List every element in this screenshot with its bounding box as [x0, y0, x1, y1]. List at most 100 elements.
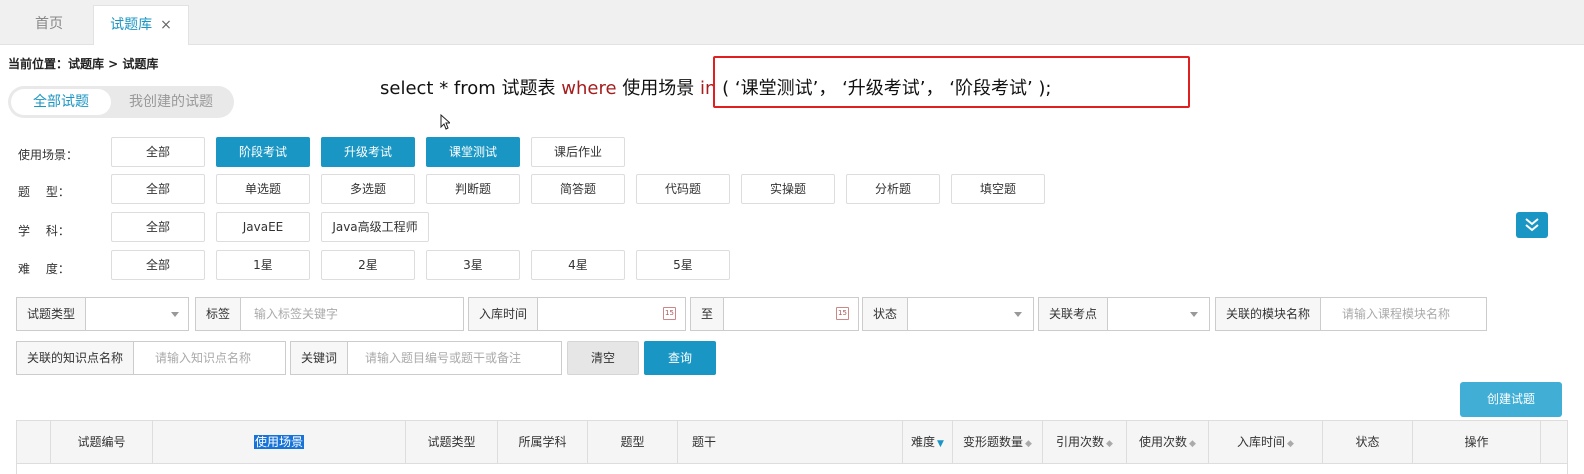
- query-button[interactable]: 查询: [644, 341, 716, 375]
- table-header: 试题编号 使用场景 试题类型 所属学科 题型 题干 难度 ▼ 变形题数量 ◆ 引用次…: [16, 420, 1568, 464]
- subject-option-all[interactable]: 全部: [111, 212, 205, 242]
- close-icon[interactable]: ×: [160, 17, 172, 33]
- create-question-button[interactable]: 创建试题: [1460, 382, 1562, 417]
- tab-all-questions[interactable]: 全部试题: [11, 89, 111, 115]
- collapse-filters-button[interactable]: [1516, 212, 1548, 238]
- col-difficulty[interactable]: 难度 ▼: [903, 421, 953, 463]
- sort-icon[interactable]: ◆: [1025, 439, 1032, 449]
- type-option-multi[interactable]: 多选题: [321, 174, 415, 204]
- col-actions: 操作: [1413, 421, 1541, 463]
- difficulty-option-1[interactable]: 1星: [216, 250, 310, 280]
- intime-start-field: 入库时间 15: [468, 297, 686, 331]
- table-row: [16, 464, 1568, 474]
- highlight-box: [713, 56, 1190, 108]
- type-option-all[interactable]: 全部: [111, 174, 205, 204]
- chevron-down-icon: [171, 312, 179, 317]
- question-type-value: [91, 298, 171, 330]
- intime-label: 入库时间: [469, 298, 539, 330]
- sort-icon[interactable]: ◆: [1287, 439, 1294, 449]
- col-ref-count-label: 引用次数: [1056, 435, 1105, 449]
- tab-home[interactable]: 首页: [10, 5, 88, 45]
- clear-button[interactable]: 清空: [567, 341, 639, 375]
- keyword-input[interactable]: 请输入题目编号或题干或备注: [353, 342, 561, 374]
- intime-to-label: 至: [691, 298, 725, 330]
- tag-input[interactable]: 输入标签关键字: [242, 298, 462, 330]
- calendar-icon[interactable]: 15: [663, 307, 676, 320]
- tab-bar: 首页 试题库 ×: [0, 0, 1584, 45]
- difficulty-option-2[interactable]: 2星: [321, 250, 415, 280]
- scene-option-class-test[interactable]: 课堂测试: [426, 137, 520, 167]
- module-input[interactable]: 请输入课程模块名称: [1330, 298, 1486, 330]
- sort-icon[interactable]: ◆: [1189, 439, 1196, 449]
- col-use-count-label: 使用次数: [1139, 435, 1188, 449]
- type-option-judge[interactable]: 判断题: [426, 174, 520, 204]
- col-format[interactable]: 题型: [588, 421, 678, 463]
- tab-question-bank-label: 试题库: [110, 17, 153, 33]
- type-option-code[interactable]: 代码题: [636, 174, 730, 204]
- tab-my-questions[interactable]: 我创建的试题: [113, 86, 229, 118]
- chevron-down-icon: [1190, 312, 1198, 317]
- mouse-cursor-icon: [440, 114, 450, 130]
- exam-point-value: [1113, 298, 1183, 330]
- intime-end-field: 至 15: [690, 297, 859, 331]
- select-all-cell[interactable]: [17, 421, 51, 463]
- col-intime-label: 入库时间: [1237, 435, 1286, 449]
- tag-field: 标签 输入标签关键字: [195, 297, 464, 331]
- difficulty-option-3[interactable]: 3星: [426, 250, 520, 280]
- module-field: 关联的模块名称 请输入课程模块名称: [1215, 297, 1487, 331]
- col-variant-count-label: 变形题数量: [963, 435, 1024, 449]
- sql-part-2: 使用场景: [616, 78, 701, 99]
- col-variant-count[interactable]: 变形题数量 ◆: [953, 421, 1043, 463]
- type-option-short-answer[interactable]: 简答题: [531, 174, 625, 204]
- col-subject[interactable]: 所属学科: [498, 421, 588, 463]
- sort-desc-icon[interactable]: ▼: [937, 439, 944, 449]
- tab-question-bank[interactable]: 试题库 ×: [93, 5, 189, 45]
- scene-option-homework[interactable]: 课后作业: [531, 137, 625, 167]
- knowledge-input[interactable]: 请输入知识点名称: [143, 342, 285, 374]
- scene-option-stage-exam[interactable]: 阶段考试: [216, 137, 310, 167]
- calendar-icon[interactable]: 15: [836, 307, 849, 320]
- breadcrumb: 当前位置：试题库 > 试题库: [8, 57, 159, 71]
- filter-label-scene: 使用场景：: [18, 148, 79, 162]
- exam-point-select[interactable]: 关联考点: [1038, 297, 1210, 331]
- col-question-type[interactable]: 试题类型: [406, 421, 498, 463]
- intime-start-input[interactable]: [543, 298, 653, 330]
- col-difficulty-label: 难度: [911, 435, 936, 449]
- chevron-down-icon: [1014, 312, 1022, 317]
- type-option-single[interactable]: 单选题: [216, 174, 310, 204]
- col-usage-scene-label: 使用场景: [253, 435, 304, 449]
- col-stem[interactable]: 题干: [678, 421, 903, 463]
- difficulty-option-all[interactable]: 全部: [111, 250, 205, 280]
- filter-label-difficulty: 难 度：: [18, 262, 70, 276]
- filter-label-subject: 学 科：: [18, 224, 70, 238]
- knowledge-field: 关联的知识点名称 请输入知识点名称: [16, 341, 286, 375]
- sort-icon[interactable]: ◆: [1106, 439, 1113, 449]
- col-status: 状态: [1323, 421, 1413, 463]
- status-value: [911, 298, 1001, 330]
- intime-end-input[interactable]: [727, 298, 827, 330]
- status-label: 状态: [863, 298, 909, 330]
- double-chevron-down-icon: [1525, 218, 1539, 232]
- keyword-field: 关键词 请输入题目编号或题干或备注: [290, 341, 562, 375]
- col-ref-count[interactable]: 引用次数 ◆: [1043, 421, 1127, 463]
- col-question-id[interactable]: 试题编号: [51, 421, 153, 463]
- question-type-select[interactable]: 试题类型: [16, 297, 189, 331]
- col-use-count[interactable]: 使用次数 ◆: [1127, 421, 1209, 463]
- filter-label-type: 题 型：: [18, 185, 70, 199]
- scene-option-all[interactable]: 全部: [111, 137, 205, 167]
- type-option-analysis[interactable]: 分析题: [846, 174, 940, 204]
- difficulty-option-4[interactable]: 4星: [531, 250, 625, 280]
- col-usage-scene[interactable]: 使用场景: [153, 421, 406, 463]
- status-select[interactable]: 状态: [862, 297, 1034, 331]
- col-intime[interactable]: 入库时间 ◆: [1209, 421, 1323, 463]
- tag-label: 标签: [196, 298, 242, 330]
- module-label: 关联的模块名称: [1216, 298, 1322, 330]
- subject-option-java-senior[interactable]: Java高级工程师: [321, 212, 429, 242]
- difficulty-option-5[interactable]: 5星: [636, 250, 730, 280]
- sql-part-1: select * from 试题表: [380, 78, 562, 99]
- scene-option-upgrade-exam[interactable]: 升级考试: [321, 137, 415, 167]
- keyword-label: 关键词: [291, 342, 349, 374]
- type-option-practical[interactable]: 实操题: [741, 174, 835, 204]
- subject-option-javaee[interactable]: JavaEE: [216, 212, 310, 242]
- type-option-fill[interactable]: 填空题: [951, 174, 1045, 204]
